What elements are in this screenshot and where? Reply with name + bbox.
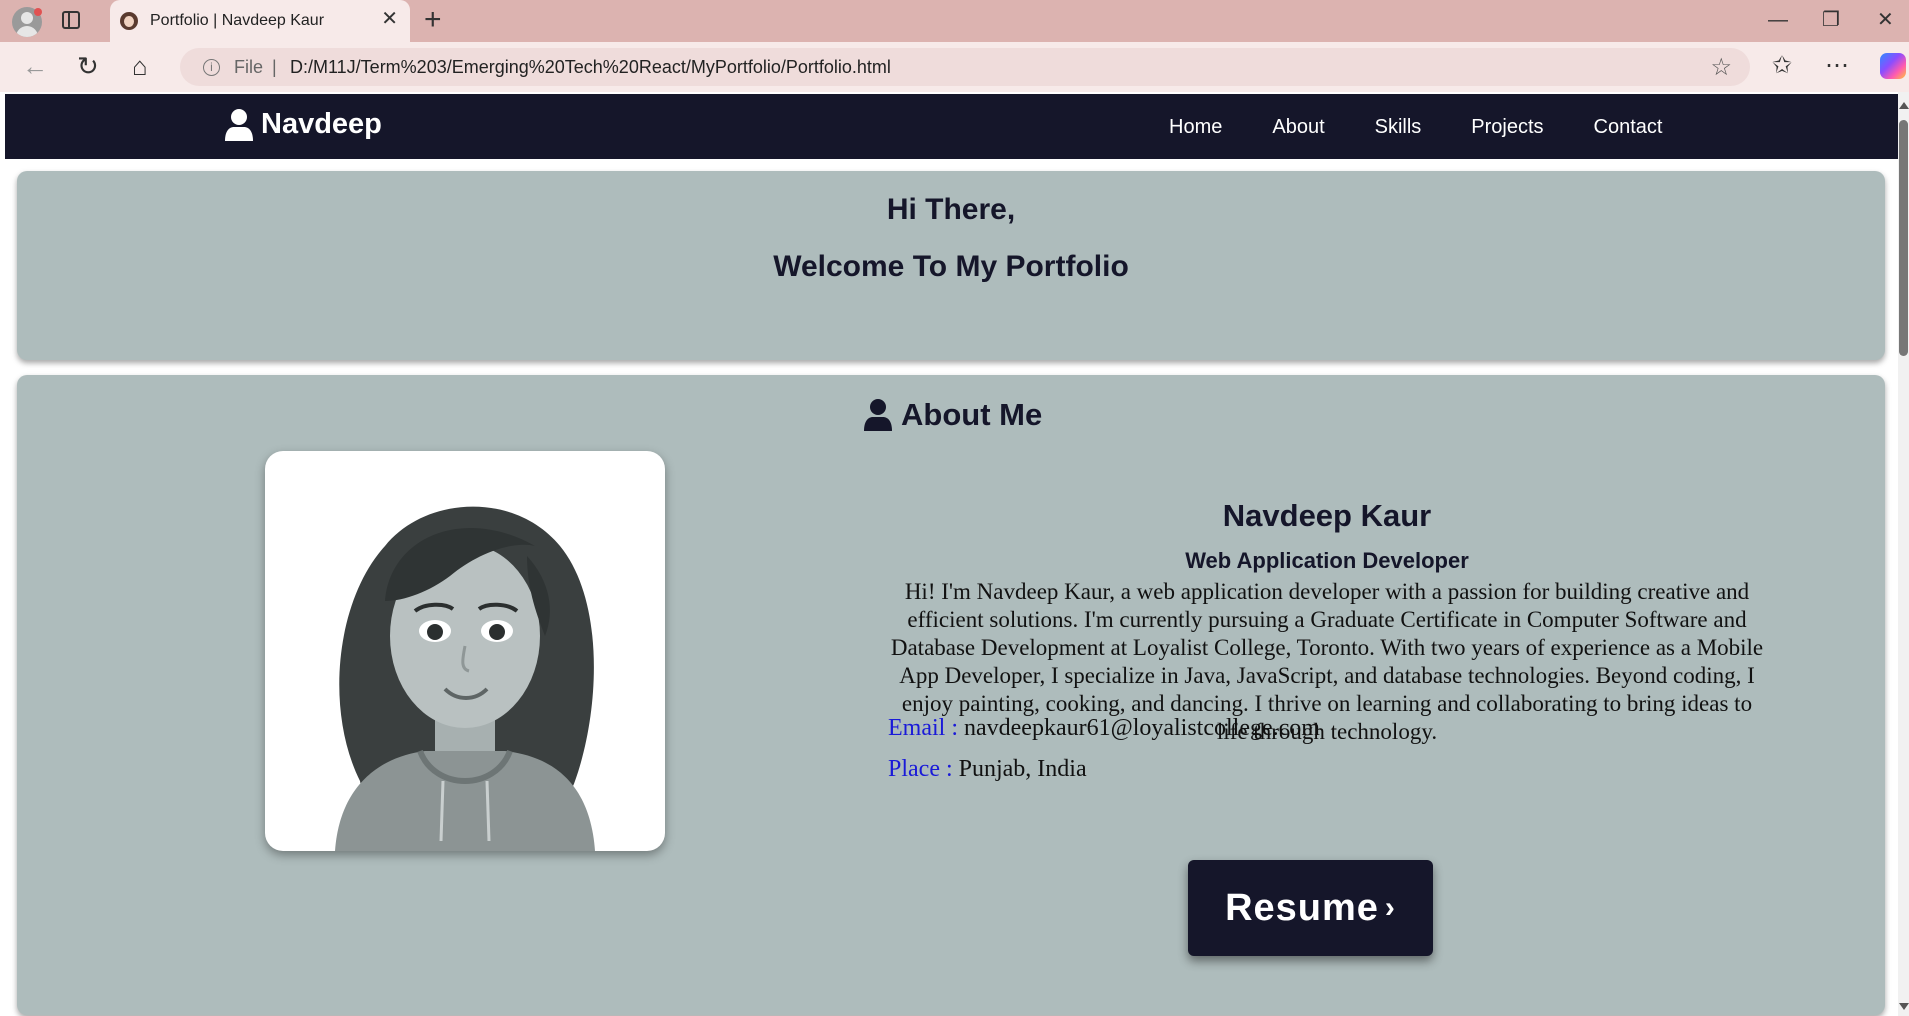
refresh-icon[interactable]: ↻ [77, 51, 99, 81]
back-icon[interactable]: ← [22, 51, 48, 81]
more-icon[interactable]: ⋯ [1825, 51, 1849, 81]
place-row: Place : Punjab, India [888, 756, 1087, 783]
restore-icon[interactable]: ❐ [1822, 8, 1840, 32]
favorites-icon[interactable]: ✩ [1772, 51, 1792, 81]
email-value: navdeepkaur61@loyalistcollege.com [963, 715, 1320, 741]
place-label: Place : [888, 756, 953, 782]
user-icon [225, 108, 253, 141]
address-separator: | [272, 57, 277, 77]
url-text[interactable]: D:/M11J/Term%203/Emerging%20Tech%20React… [290, 57, 891, 78]
about-section: About Me Navdeep Kaur Web Application De… [17, 375, 1885, 1015]
info-icon[interactable]: i [203, 59, 220, 76]
tab-actions-icon[interactable] [62, 11, 80, 29]
nav-item-contact[interactable]: Contact [1594, 116, 1663, 139]
star-icon[interactable]: ☆ [1710, 53, 1732, 82]
chevron-right-icon: › [1384, 891, 1396, 924]
site-navbar: Navdeep Home About Skills Projects Conta… [5, 94, 1898, 159]
about-title-text: About Me [901, 397, 1043, 432]
file-label: File [234, 57, 264, 77]
hero-welcome: Welcome To My Portfolio [773, 250, 1129, 283]
profile-role: Web Application Developer [1185, 548, 1469, 573]
nav-item-home[interactable]: Home [1169, 116, 1222, 139]
nav-menu: Home About Skills Projects Contact [1169, 116, 1712, 139]
page-scrollbar[interactable] [1898, 92, 1909, 1016]
brand-logo[interactable]: Navdeep [225, 108, 382, 141]
scroll-up-icon[interactable] [1899, 102, 1909, 109]
address-bar[interactable]: i File | D:/M11J/Term%203/Emerging%20Tec… [180, 48, 1750, 86]
email-row: Email : navdeepkaur61@loyalistcollege.co… [888, 715, 1320, 742]
nav-item-about[interactable]: About [1272, 116, 1324, 139]
email-label: Email : [888, 715, 958, 741]
window-close-icon[interactable]: ✕ [1877, 8, 1894, 32]
profile-name: Navdeep Kaur [1222, 498, 1432, 533]
copilot-icon[interactable] [1880, 53, 1906, 79]
browser-tab[interactable]: Portfolio | Navdeep Kaur ✕ [110, 0, 410, 42]
browser-toolbar: ← ↻ ⌂ i File | D:/M11J/Term%203/Emerging… [0, 42, 1909, 92]
about-heading: About Me [863, 397, 1042, 433]
scroll-down-icon[interactable] [1899, 1003, 1909, 1010]
profile-photo [265, 451, 665, 851]
scroll-thumb[interactable] [1899, 120, 1908, 356]
browser-tab-strip: Portfolio | Navdeep Kaur ✕ + — ❐ ✕ [0, 0, 1909, 42]
tab-favicon-icon [120, 12, 138, 30]
hero-section: Hi There, Welcome To My Portfolio [17, 171, 1885, 360]
tab-close-icon[interactable]: ✕ [381, 9, 398, 29]
nav-item-skills[interactable]: Skills [1375, 116, 1422, 139]
resume-button[interactable]: Resume › [1188, 860, 1433, 956]
minimize-icon[interactable]: — [1768, 8, 1788, 32]
new-tab-icon[interactable]: + [424, 5, 442, 35]
tab-title: Portfolio | Navdeep Kaur [150, 12, 325, 29]
nav-item-projects[interactable]: Projects [1471, 116, 1543, 139]
hero-greeting: Hi There, [886, 193, 1016, 226]
notification-dot [34, 8, 42, 16]
brand-name: Navdeep [261, 108, 382, 140]
page-viewport: Navdeep Home About Skills Projects Conta… [0, 92, 1909, 1016]
place-value: Punjab, India [958, 756, 1087, 782]
home-icon[interactable]: ⌂ [132, 51, 148, 81]
resume-label: Resume [1225, 886, 1379, 929]
user-icon [864, 399, 892, 431]
